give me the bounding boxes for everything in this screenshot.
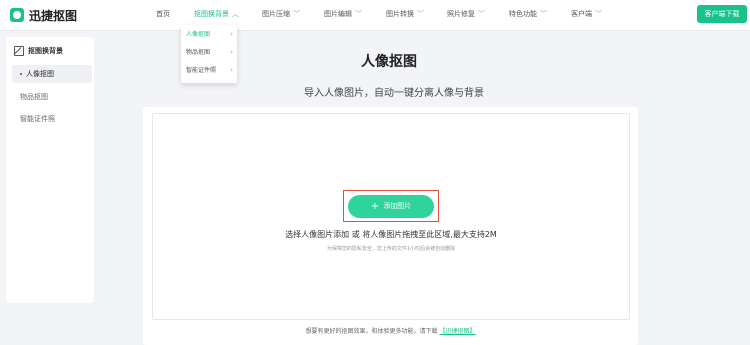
logo-icon bbox=[10, 8, 24, 22]
chevron-up-icon: ︿ bbox=[232, 10, 239, 18]
dropdown-item-portrait-cutout[interactable]: 人像抠图 › bbox=[181, 26, 237, 43]
privacy-note: 为保障您的隐私安全，您上传的文件1小时后会被自动删除 bbox=[326, 246, 456, 252]
nav-item-client[interactable]: 客户端 ﹀ bbox=[571, 9, 602, 19]
plus-icon: + bbox=[370, 201, 380, 212]
nav-item-photo-repair[interactable]: 照片修复 ﹀ bbox=[447, 9, 485, 19]
chevron-down-icon: ﹀ bbox=[417, 10, 424, 18]
client-download-button[interactable]: 客户端下载 bbox=[697, 5, 747, 23]
page-title: 人像抠图 bbox=[361, 54, 417, 70]
sidebar: 抠图换背景 人像抠图 物品抠图 智能证件照 bbox=[6, 37, 94, 303]
page-subtitle: 导入人像图片，自动一键分离人像与背景 bbox=[304, 88, 484, 99]
sidebar-item-id-photo[interactable]: 智能证件照 bbox=[12, 110, 92, 128]
nav-item-cutout-background[interactable]: 抠图换背景 ︿ bbox=[194, 9, 239, 19]
chevron-down-icon: ﹀ bbox=[595, 10, 602, 18]
chevron-down-icon: ﹀ bbox=[478, 10, 485, 18]
download-app-link[interactable]: 【迅捷抠图】 bbox=[439, 328, 475, 335]
brand-logo[interactable]: 迅捷抠图 bbox=[10, 6, 77, 24]
chevron-down-icon: ﹀ bbox=[355, 10, 362, 18]
brand-name: 迅捷抠图 bbox=[29, 8, 78, 23]
chevron-down-icon: ﹀ bbox=[540, 10, 547, 18]
nav-item-image-edit[interactable]: 图片编辑 ﹀ bbox=[324, 9, 362, 19]
upload-hint: 选择人像图片添加 或 将人像图片拖拽至此区域,最大支持2M bbox=[285, 230, 497, 239]
add-image-button[interactable]: + 添加图片 bbox=[348, 195, 434, 218]
nav-item-image-compress[interactable]: 图片压缩 ﹀ bbox=[262, 9, 300, 19]
nav-item-special-features[interactable]: 特色功能 ﹀ bbox=[509, 9, 547, 19]
nav-item-image-convert[interactable]: 图片转换 ﹀ bbox=[386, 9, 424, 19]
download-tip: 想要有更好的抠图效果，和体验更多功能，请下载 【迅捷抠图】 bbox=[305, 328, 476, 335]
chevron-down-icon: ﹀ bbox=[293, 10, 300, 18]
chevron-right-icon: › bbox=[230, 30, 233, 38]
nav-item-home[interactable]: 首页 bbox=[156, 9, 170, 19]
top-navbar: 迅捷抠图 首页 抠图换背景 ︿ 图片压缩 ﹀ 图片编辑 ﹀ 图片转换 ﹀ 照片修复 ﹀ 特… bbox=[0, 0, 750, 31]
bullet-icon bbox=[20, 73, 22, 75]
